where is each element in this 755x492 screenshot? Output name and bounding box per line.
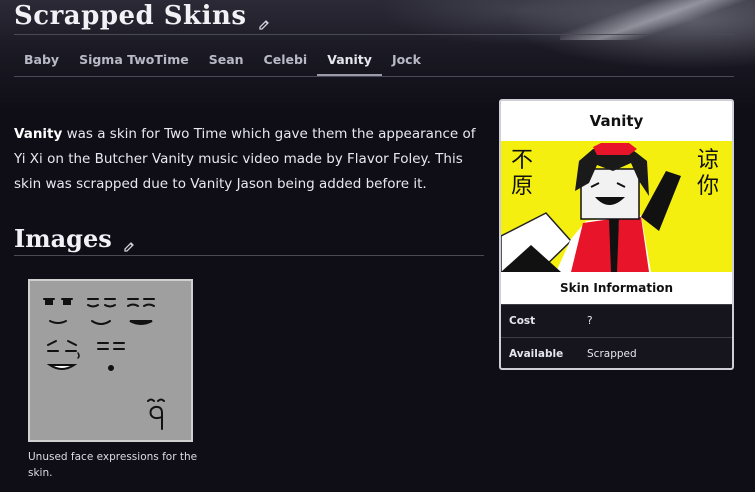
infobox-row-label: Cost: [509, 315, 536, 327]
tab-sean[interactable]: Sean: [199, 46, 254, 76]
skin-infobox: Vanity 不原 谅你 Skin Information Cost ? Ava…: [499, 99, 734, 370]
infobox-row-value: ?: [587, 315, 593, 327]
edit-icon[interactable]: [257, 9, 271, 30]
tab-celebi[interactable]: Celebi: [254, 46, 318, 76]
intro-paragraph: Vanity was a skin for Two Time which gav…: [14, 122, 488, 197]
vanity-skin-image[interactable]: 不原 谅你: [501, 141, 732, 272]
skin-tabs: Baby Sigma TwoTime Sean Celebi Vanity Jo…: [14, 46, 431, 76]
infobox-chars-left: 不原: [511, 148, 533, 199]
infobox-row-cost: Cost ?: [501, 304, 732, 337]
infobox-subtitle: Skin Information: [501, 272, 732, 304]
infobox-row-value: Scrapped: [587, 348, 637, 360]
vanity-skin-artwork: 不原 谅你: [501, 143, 719, 272]
images-section-title-text: Images: [14, 223, 112, 253]
infobox-title: Vanity: [589, 112, 644, 130]
tab-jock[interactable]: Jock: [382, 46, 431, 76]
edit-icon[interactable]: [122, 231, 136, 252]
face-expressions-image[interactable]: [28, 279, 193, 442]
tab-vanity[interactable]: Vanity: [317, 46, 382, 76]
page-title: Scrapped Skins: [14, 0, 271, 32]
images-section-title: Images: [14, 222, 136, 254]
gallery-caption: Unused face expressions for the skin.: [28, 451, 198, 479]
tab-sigma-twotime[interactable]: Sigma TwoTime: [69, 46, 199, 76]
face-expressions-drawing: [43, 298, 165, 430]
infobox-row-available: Available Scrapped: [501, 337, 732, 368]
infobox-row-label: Available: [509, 348, 564, 360]
page-title-text: Scrapped Skins: [14, 1, 247, 31]
intro-skin-name: Vanity: [14, 126, 63, 142]
images-divider: [14, 255, 484, 256]
tab-baby[interactable]: Baby: [14, 46, 69, 76]
intro-text: was a skin for Two Time which gave them …: [14, 126, 476, 192]
tabs-divider: [14, 76, 734, 77]
title-divider: [14, 34, 734, 35]
infobox-chars-right: 谅你: [697, 148, 719, 199]
